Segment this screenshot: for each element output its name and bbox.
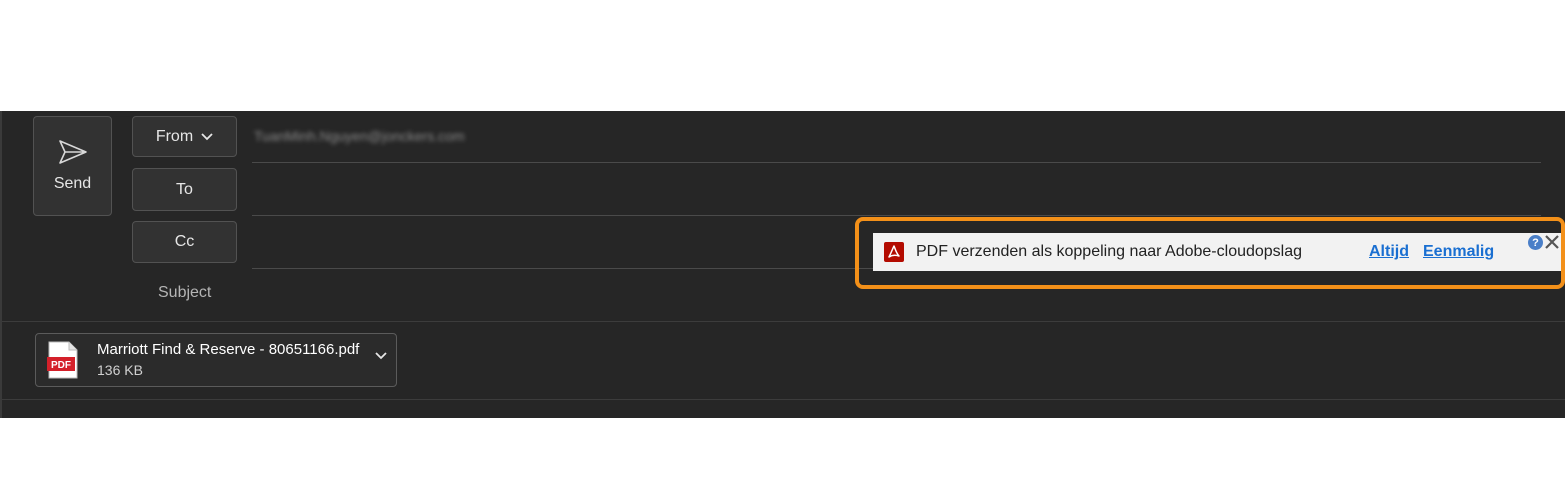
once-link[interactable]: Eenmalig xyxy=(1423,243,1494,261)
subject-label: Subject xyxy=(158,284,212,301)
header-divider xyxy=(2,321,1565,322)
to-input[interactable] xyxy=(252,174,1541,214)
pdf-file-icon: PDF xyxy=(47,341,79,379)
attachment-divider xyxy=(2,399,1565,400)
help-icon[interactable]: ? xyxy=(1528,235,1543,250)
send-label: Send xyxy=(53,175,92,192)
to-divider xyxy=(252,215,1541,216)
send-icon xyxy=(58,140,87,164)
from-button[interactable]: From xyxy=(132,116,237,157)
send-button[interactable]: Send xyxy=(33,116,112,216)
from-address: TuanMinh.Nguyen@jonckers.com xyxy=(254,128,465,144)
from-divider xyxy=(252,162,1541,163)
from-label: From xyxy=(155,127,194,145)
attachment-name: Marriott Find & Reserve - 80651166.pdf xyxy=(97,341,360,358)
attachment-menu-chevron-icon[interactable] xyxy=(375,352,387,360)
to-button[interactable]: To xyxy=(132,168,237,211)
adobe-acrobat-icon xyxy=(884,242,904,262)
svg-text:PDF: PDF xyxy=(51,360,71,371)
always-link[interactable]: Altijd xyxy=(1369,243,1409,261)
close-icon[interactable] xyxy=(1544,234,1560,250)
adobe-cloud-prompt: PDF verzenden als koppeling naar Adobe-c… xyxy=(873,233,1561,271)
chevron-down-icon xyxy=(201,132,213,141)
attachment-size: 136 KB xyxy=(97,362,143,378)
to-label: To xyxy=(176,180,193,198)
cc-label: Cc xyxy=(174,233,195,250)
attachment-item[interactable]: PDF Marriott Find & Reserve - 80651166.p… xyxy=(35,333,397,387)
adobe-prompt-message: PDF verzenden als koppeling naar Adobe-c… xyxy=(916,243,1303,260)
cc-button[interactable]: Cc xyxy=(132,221,237,263)
